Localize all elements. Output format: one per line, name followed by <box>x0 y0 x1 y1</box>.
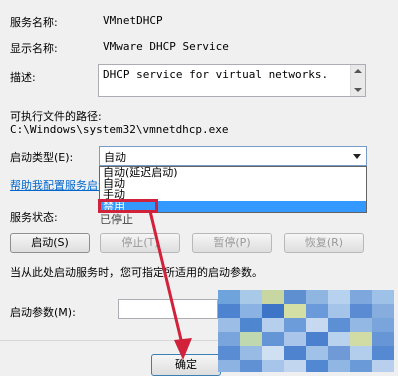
stop-button[interactable]: 停止(T) <box>100 233 180 253</box>
startup-type-select[interactable]: 自动 <box>99 146 367 166</box>
chevron-down-icon[interactable] <box>353 154 361 159</box>
scroll-down-icon[interactable] <box>354 88 362 92</box>
pause-button[interactable]: 暂停(P) <box>192 233 272 253</box>
service-status-value: 已停止 <box>100 213 133 226</box>
footer-divider <box>0 340 218 341</box>
resume-button[interactable]: 恢复(R) <box>284 233 364 253</box>
service-status-label: 服务状态: <box>10 211 58 224</box>
service-name-label: 服务名称: <box>10 16 58 29</box>
description-text: DHCP service for virtual networks. <box>103 68 329 81</box>
ok-button[interactable]: 确定 <box>151 354 221 376</box>
start-params-label: 启动参数(M): <box>10 306 76 319</box>
scroll-up-icon[interactable] <box>354 69 362 73</box>
help-configure-link[interactable]: 帮助我配置服务启动 <box>10 177 109 193</box>
start-params-hint: 当从此处启动服务时，您可指定所适用的启动参数。 <box>10 266 263 279</box>
startup-option-delayed[interactable]: 自动(延迟启动) <box>100 167 366 178</box>
exe-path-label: 可执行文件的路径: <box>10 110 102 123</box>
service-name-value: VMnetDHCP <box>103 14 163 27</box>
startup-type-label: 启动类型(E): <box>10 151 74 164</box>
description-label: 描述: <box>10 71 36 84</box>
startup-type-selected: 自动 <box>104 151 126 164</box>
start-params-input[interactable] <box>118 299 218 319</box>
blurred-region <box>218 290 398 372</box>
startup-option-auto[interactable]: 自动 <box>100 178 366 189</box>
start-button[interactable]: 启动(S) <box>10 233 90 253</box>
exe-path-value: C:\Windows\system32\vmnetdhcp.exe <box>10 123 229 136</box>
display-name-field[interactable]: VMware DHCP Service <box>98 37 380 56</box>
description-field[interactable]: DHCP service for virtual networks. <box>98 64 366 97</box>
display-name-label: 显示名称: <box>10 42 58 55</box>
description-scrollbar[interactable] <box>350 65 365 96</box>
